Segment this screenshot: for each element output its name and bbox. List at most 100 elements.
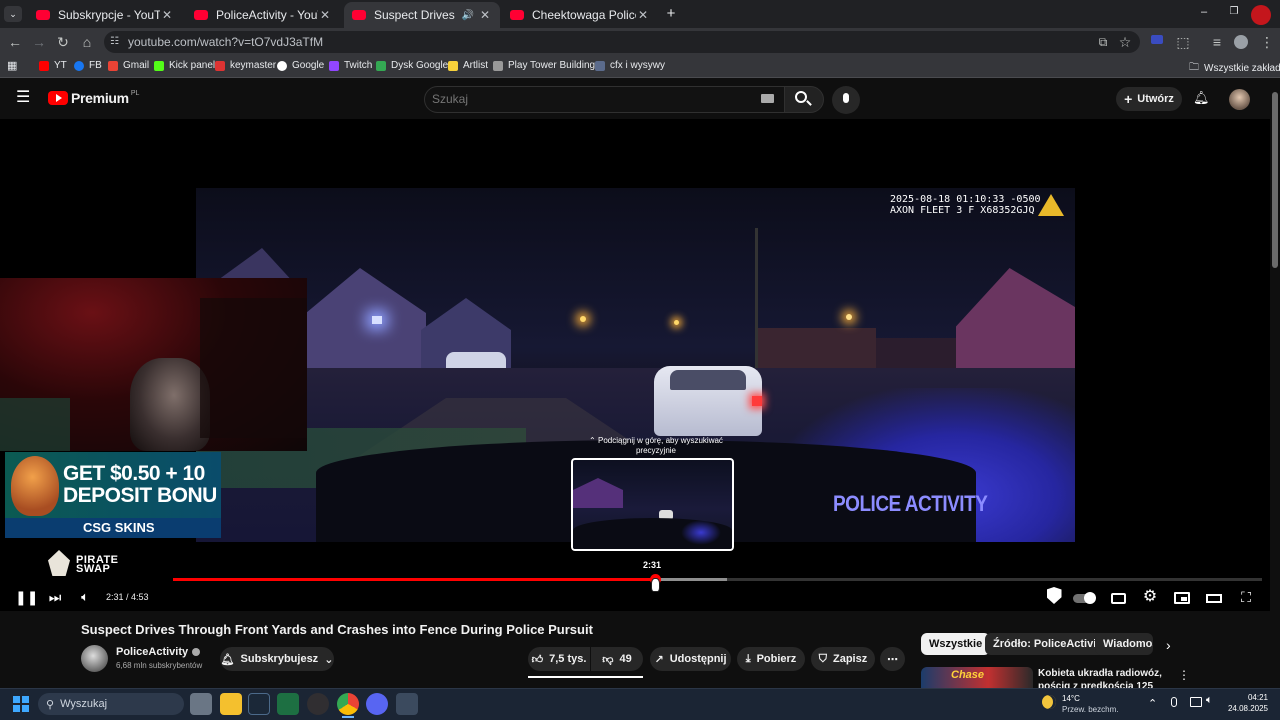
media-controls-icon[interactable]: ≡ xyxy=(1208,33,1226,51)
bookmark-star-icon[interactable]: ☆ xyxy=(1116,33,1134,51)
excel-icon[interactable] xyxy=(277,693,299,715)
recommended-more-icon[interactable]: ⋮ xyxy=(1178,668,1190,682)
close-tab-icon[interactable]: ✕ xyxy=(478,8,492,22)
tab-search-button[interactable]: ⌄ xyxy=(4,6,22,22)
recommended-title[interactable]: Kobieta ukradła radiowóz, pościg z prędk… xyxy=(1038,667,1166,688)
microphone-icon xyxy=(843,93,849,103)
save-button[interactable]: ⛉ Zapisz xyxy=(811,647,875,671)
obs-icon[interactable] xyxy=(307,693,329,715)
bookmark-keymaster[interactable]: keymaster xyxy=(215,60,276,71)
subtitles-icon[interactable] xyxy=(1109,587,1127,607)
plus-icon: + xyxy=(1124,91,1133,107)
restore-button[interactable]: ❐ xyxy=(1226,6,1242,20)
create-button[interactable]: + Utwórz xyxy=(1116,87,1182,111)
bookmark-artlist[interactable]: Artlist xyxy=(448,60,488,71)
tab-policeactivity[interactable]: PoliceActivity - YouTube ✕ xyxy=(186,2,340,28)
close-tab-icon[interactable]: ✕ xyxy=(636,8,650,22)
kick-icon xyxy=(154,60,164,71)
tab-suspect-drives[interactable]: Suspect Drives Through Fro 🔊 ✕ xyxy=(344,2,500,28)
ad-mascot-icon xyxy=(11,456,59,516)
profile-avatar[interactable] xyxy=(1234,35,1248,49)
taskbar-search[interactable]: ⚲ Wyszukaj xyxy=(38,693,184,715)
bookmark-gmail[interactable]: Gmail xyxy=(108,60,149,71)
streamer-webcam xyxy=(0,278,307,451)
task-view-icon[interactable] xyxy=(190,693,212,715)
chip-news[interactable]: Wiadomośc xyxy=(1095,633,1153,655)
channel-avatar[interactable] xyxy=(81,645,108,672)
calculator-icon[interactable] xyxy=(396,693,418,715)
chevron-right-icon[interactable]: › xyxy=(1166,637,1171,653)
bookmark-fb[interactable]: FB xyxy=(74,60,102,71)
channel-name[interactable]: PoliceActivity xyxy=(116,646,201,658)
discord-icon[interactable] xyxy=(366,693,388,715)
subscribed-button[interactable]: 🔔︎ Subskrybujesz ⌄ xyxy=(220,647,334,671)
search-input[interactable] xyxy=(432,90,742,108)
like-underline xyxy=(528,676,643,678)
youtube-favicon-icon xyxy=(194,10,208,20)
bookmark-twitch[interactable]: Twitch xyxy=(329,60,372,71)
recommended-thumbnail[interactable]: Chase xyxy=(921,667,1033,688)
home-icon[interactable]: ⌂ xyxy=(78,33,96,51)
weather-icon[interactable] xyxy=(1042,695,1056,709)
minimize-button[interactable]: – xyxy=(1196,6,1212,20)
clock-time[interactable]: 04:21 xyxy=(1236,693,1268,702)
profile-badge[interactable] xyxy=(1251,5,1271,25)
all-bookmarks[interactable]: 🗀 Wszystkie zakładki xyxy=(1189,60,1280,77)
volume-icon[interactable]: 🔈︎ xyxy=(76,587,94,607)
forward-icon[interactable]: → xyxy=(30,33,48,51)
fullscreen-icon[interactable]: ⛶ xyxy=(1237,587,1255,607)
windows-start-icon[interactable] xyxy=(13,696,29,712)
facebook-icon xyxy=(74,60,84,71)
new-tab-button[interactable]: + xyxy=(662,5,680,23)
file-explorer-icon[interactable] xyxy=(220,693,242,715)
chrome-menu-icon[interactable]: ⋮ xyxy=(1258,33,1276,51)
bookmark-cfx[interactable]: cfx i wysywy xyxy=(595,60,665,71)
pause-button[interactable]: ❚❚ xyxy=(15,587,38,607)
account-avatar[interactable] xyxy=(1229,89,1250,110)
url-text[interactable]: youtube.com/watch?v=tO7vdJ3aTfM xyxy=(128,35,323,49)
chrome-icon[interactable] xyxy=(337,693,359,715)
menu-icon[interactable]: ☰ xyxy=(16,90,32,106)
next-button[interactable]: ⏭︎ xyxy=(46,587,64,607)
miniplayer-icon[interactable] xyxy=(1173,587,1191,607)
extension-icon[interactable] xyxy=(1148,33,1166,51)
bookmark-google[interactable]: Google xyxy=(277,60,324,71)
scrollbar-thumb[interactable] xyxy=(1272,92,1278,268)
chip-all[interactable]: Wszystkie xyxy=(921,633,991,655)
tab-subskrypcje[interactable]: Subskrypcje - YouTube ✕ xyxy=(28,2,182,28)
share-button[interactable]: ↗ Udostępnij xyxy=(650,647,731,671)
tray-volume-icon[interactable]: 🔈︎ xyxy=(1206,694,1213,707)
dislike-button[interactable]: 👎︎ 49 xyxy=(591,647,643,671)
close-tab-icon[interactable]: ✕ xyxy=(160,8,174,22)
site-info-icon[interactable]: ☷ xyxy=(110,36,122,48)
keyboard-icon[interactable] xyxy=(761,94,774,103)
youtube-logo[interactable]: Premium PL xyxy=(48,90,139,106)
thumbs-up-icon: 👍︎ xyxy=(531,653,544,666)
tab-cheektowaga[interactable]: Cheektowaga Police Shoot Susp ✕ xyxy=(502,2,658,28)
notifications-bell-icon[interactable]: 🔔︎ xyxy=(1193,91,1210,105)
audio-playing-icon[interactable]: 🔊 xyxy=(462,10,474,21)
back-icon[interactable]: ← xyxy=(6,33,24,51)
bookmark-kick-panel[interactable]: Kick panel xyxy=(154,60,215,71)
bookmark-yt[interactable]: YT xyxy=(39,60,67,71)
more-actions-button[interactable]: ⋯ xyxy=(880,647,905,671)
apps-grid-icon[interactable]: ▦ xyxy=(7,60,19,72)
close-tab-icon[interactable]: ✕ xyxy=(318,8,332,22)
install-app-icon[interactable]: ⧉ xyxy=(1094,33,1112,51)
sponsorblock-icon[interactable] xyxy=(1044,587,1064,607)
like-button[interactable]: 👍︎ 7,5 tys. xyxy=(528,647,590,671)
reload-icon[interactable]: ↻ xyxy=(54,33,72,51)
bookmark-dysk-google[interactable]: Dysk Google xyxy=(376,60,448,71)
tray-mic-icon[interactable] xyxy=(1171,697,1177,707)
tray-chevron-icon[interactable]: ⌃ xyxy=(1148,697,1157,710)
autoplay-toggle[interactable] xyxy=(1072,587,1096,607)
download-button[interactable]: ⤓ Pobierz xyxy=(737,647,805,671)
tray-network-icon[interactable] xyxy=(1190,697,1202,707)
settings-gear-icon[interactable]: ⚙ xyxy=(1141,587,1159,607)
seek-preview-thumbnail xyxy=(571,458,734,551)
steam-icon[interactable] xyxy=(248,693,270,715)
extensions-puzzle-icon[interactable]: ⬚ xyxy=(1174,33,1192,51)
theater-mode-icon[interactable] xyxy=(1205,587,1223,607)
clock-date[interactable]: 24.08.2025 xyxy=(1222,704,1268,713)
bookmark-play-tower[interactable]: Play Tower Building... xyxy=(493,60,603,71)
